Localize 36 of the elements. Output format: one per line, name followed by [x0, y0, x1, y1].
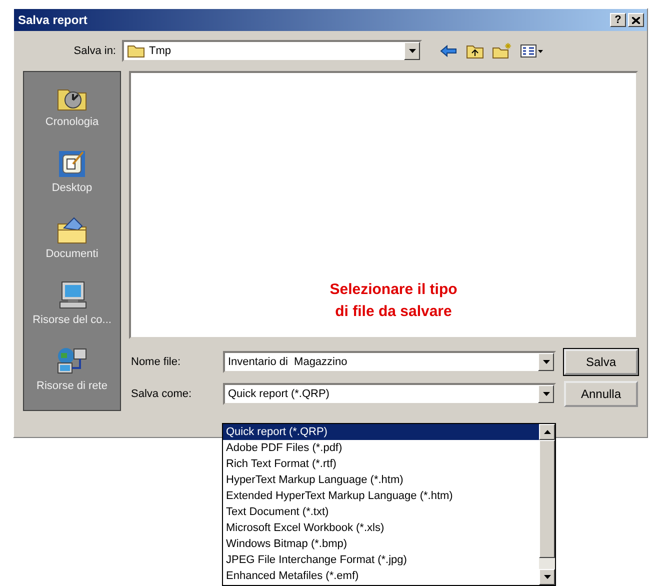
annotation-text: Selezionare il tipo [330, 280, 458, 300]
caret-up-icon[interactable] [544, 430, 550, 434]
caret-down-icon[interactable] [408, 49, 416, 53]
list-item[interactable]: Windows Bitmap (*.bmp) [223, 536, 539, 552]
file-type-dropdown[interactable]: Quick report (*.QRP) [223, 383, 556, 405]
file-name-field[interactable]: Inventario di Magazzino [223, 351, 556, 373]
new-folder-icon[interactable] [492, 43, 512, 59]
scrollbar[interactable] [539, 424, 555, 585]
caret-down-icon[interactable] [542, 392, 550, 396]
list-item[interactable]: JPEG File Interchange Format (*.jpg) [223, 552, 539, 568]
close-icon[interactable] [632, 16, 640, 24]
save-button[interactable]: Salva [564, 349, 638, 375]
cancel-button[interactable]: Annulla [564, 381, 638, 407]
window-title: Salva report [18, 13, 88, 27]
caret-down-icon[interactable] [544, 575, 550, 579]
list-item[interactable]: Extended HyperText Markup Language (*.htm) [223, 488, 539, 504]
folder-icon [127, 44, 145, 58]
folder-up-icon[interactable] [466, 43, 484, 59]
file-list[interactable]: Selezionare il tipo di file da salvare [129, 71, 638, 339]
view-menu-icon[interactable] [520, 44, 544, 58]
annotation-text: di file da salvare [335, 302, 452, 322]
save-in-dropdown[interactable]: Tmp [122, 40, 422, 62]
caret-down-icon[interactable] [542, 360, 550, 364]
list-item[interactable]: HyperText Markup Language (*.htm) [223, 472, 539, 488]
list-item[interactable]: Enhanced Metafiles (*.emf) [223, 568, 539, 584]
back-icon[interactable] [440, 44, 458, 58]
close-button[interactable] [628, 13, 644, 27]
file-type-label: Salva come: [130, 388, 193, 400]
list-item[interactable]: Rich Text Format (*.rtf) [223, 456, 539, 472]
list-item[interactable]: Quick report (*.QRP) [223, 424, 539, 440]
save-in-label: Salva in: [72, 45, 117, 57]
list-item[interactable]: Text Document (*.txt) [223, 504, 539, 520]
list-item[interactable]: Adobe PDF Files (*.pdf) [223, 440, 539, 456]
help-button[interactable]: ? [610, 13, 626, 27]
list-item[interactable]: Microsoft Excel Workbook (*.xls) [223, 520, 539, 536]
file-name-label: Nome file: [130, 356, 182, 368]
